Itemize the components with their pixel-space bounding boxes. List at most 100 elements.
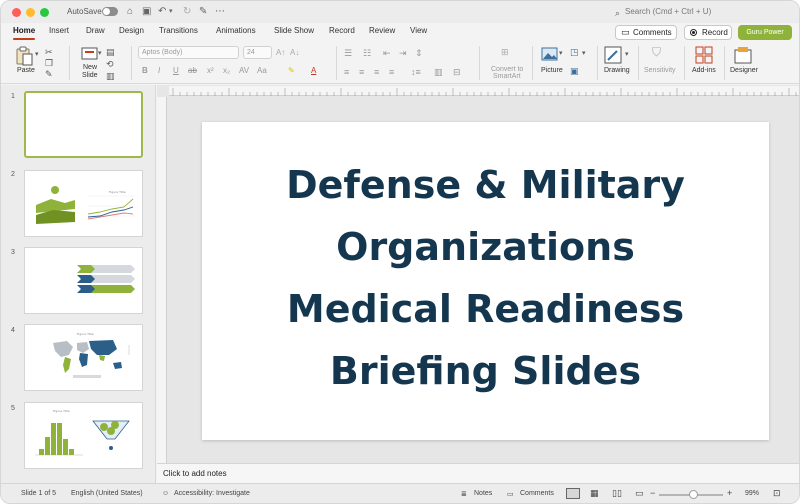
align-right-icon[interactable]: ≡ xyxy=(374,67,379,77)
guru-power-button[interactable]: Guru Power xyxy=(738,25,792,40)
thumbnail-number: 1 xyxy=(11,93,15,100)
zoom-out-button[interactable]: − xyxy=(650,488,655,498)
paste-label: Paste xyxy=(17,67,35,74)
designer-icon[interactable] xyxy=(734,46,752,64)
tab-draw[interactable]: Draw xyxy=(86,26,105,35)
superscript-icon[interactable]: x² xyxy=(207,66,214,75)
horizontal-ruler[interactable] xyxy=(169,86,799,96)
align-center-icon[interactable]: ≡ xyxy=(359,67,364,77)
zoom-in-button[interactable]: + xyxy=(727,488,732,498)
line-spacing-icon[interactable]: ↕≡ xyxy=(411,67,421,77)
accessibility-status[interactable]: Accessibility: Investigate xyxy=(174,490,250,497)
subscript-icon[interactable]: x₂ xyxy=(223,66,230,75)
font-size-select[interactable]: 24 xyxy=(243,46,272,59)
slide-canvas[interactable]: Defense & Military Organizations Medical… xyxy=(202,122,769,440)
font-color-icon[interactable]: A xyxy=(311,66,316,75)
highlight-icon[interactable]: ✎ xyxy=(288,66,295,75)
numbering-icon[interactable]: ☷ xyxy=(363,48,371,58)
format-painter-icon[interactable]: ✎ xyxy=(45,69,53,79)
shrink-font-icon[interactable]: A↓ xyxy=(290,48,299,58)
comments-button[interactable]: ▭ Comments xyxy=(615,25,677,40)
zoom-slider-handle[interactable] xyxy=(689,490,698,499)
record-button[interactable]: Record xyxy=(684,25,732,40)
tab-review[interactable]: Review xyxy=(369,26,395,35)
maximize-window-button[interactable] xyxy=(40,8,49,17)
drawing-dropdown-icon[interactable]: ▾ xyxy=(625,50,629,60)
autosave-label: AutoSave xyxy=(67,7,102,16)
slide-thumbnail-2[interactable]: Figure Title xyxy=(24,170,143,237)
copy-icon[interactable]: ❐ xyxy=(45,58,53,68)
tab-view[interactable]: View xyxy=(410,26,427,35)
slide-title[interactable]: Defense & Military Organizations Medical… xyxy=(202,154,769,402)
reading-view-button[interactable]: ▯▯ xyxy=(612,488,622,499)
cut-icon[interactable]: ✂ xyxy=(45,47,53,57)
paste-dropdown-icon[interactable]: ▾ xyxy=(35,50,39,60)
tab-design[interactable]: Design xyxy=(119,26,144,35)
save-icon[interactable]: ▣ xyxy=(142,5,151,19)
slideshow-button[interactable]: ▭ xyxy=(635,488,644,499)
character-spacing-icon[interactable]: AV xyxy=(239,66,249,75)
slide-thumbnail-3[interactable] xyxy=(24,247,143,314)
columns-icon[interactable]: ▥ xyxy=(434,67,443,77)
tab-insert[interactable]: Insert xyxy=(49,26,69,35)
increase-indent-icon[interactable]: ⇥ xyxy=(399,48,407,58)
redo-icon[interactable]: ↻ xyxy=(183,5,191,19)
layout-icon[interactable]: ▤ xyxy=(106,47,115,57)
format-painter-icon[interactable]: ✎ xyxy=(199,5,207,19)
font-name-select[interactable]: Aptos (Body) xyxy=(138,46,239,59)
add-ins-icon[interactable] xyxy=(695,46,713,64)
drawing-icon[interactable] xyxy=(604,46,622,64)
tab-slide-show[interactable]: Slide Show xyxy=(274,26,314,35)
justify-icon[interactable]: ≡ xyxy=(389,67,394,77)
change-case-icon[interactable]: Aa xyxy=(257,66,267,75)
align-text-icon[interactable]: ⊟ xyxy=(453,67,461,77)
vertical-ruler[interactable] xyxy=(157,97,167,463)
tab-animations[interactable]: Animations xyxy=(216,26,256,35)
zoom-level[interactable]: 99% xyxy=(745,490,759,497)
picture-icon[interactable] xyxy=(541,47,559,61)
comments-toggle[interactable]: Comments xyxy=(520,490,554,497)
reset-icon[interactable]: ⟲ xyxy=(106,59,114,69)
thumbnail-5-chart-title: Figure Title xyxy=(53,409,70,413)
section-icon[interactable]: ▥ xyxy=(106,71,115,81)
italic-icon[interactable]: I xyxy=(158,66,160,75)
text-box-icon[interactable]: ▣ xyxy=(570,66,579,76)
underline-icon[interactable]: U xyxy=(173,66,179,75)
normal-view-button[interactable] xyxy=(566,488,580,499)
decrease-indent-icon[interactable]: ⇤ xyxy=(383,48,391,58)
tab-home[interactable]: Home xyxy=(13,26,35,35)
bullets-icon[interactable]: ☰ xyxy=(344,48,352,58)
smartart-icon[interactable]: ⊞ xyxy=(501,47,509,57)
fit-to-window-icon[interactable]: ⊡ xyxy=(773,488,781,499)
tab-record[interactable]: Record xyxy=(329,26,355,35)
language-status[interactable]: English (United States) xyxy=(71,490,143,497)
home-icon[interactable]: ⌂ xyxy=(127,5,133,19)
autosave-toggle[interactable] xyxy=(102,7,118,16)
minimize-window-button[interactable] xyxy=(26,8,35,17)
undo-dropdown-icon[interactable]: ▾ xyxy=(169,5,173,19)
search-field[interactable]: Search (Cmd + Ctrl + U) xyxy=(625,7,711,16)
undo-icon[interactable]: ↶ xyxy=(158,5,166,19)
notes-field[interactable]: Click to add notes xyxy=(157,463,799,483)
slide-thumbnail-5[interactable]: Figure Title xyxy=(24,402,143,469)
slide-thumbnail-4[interactable]: Figure Title xyxy=(24,324,143,391)
paste-icon[interactable] xyxy=(15,46,33,66)
text-direction-icon[interactable]: ⇕ xyxy=(415,48,423,58)
search-icon[interactable]: ⌕ xyxy=(615,6,620,20)
sensitivity-icon[interactable]: ⛉ xyxy=(652,46,661,58)
shapes-icon[interactable]: ◳ xyxy=(570,47,579,57)
strikethrough-icon[interactable]: ab xyxy=(188,66,197,75)
shapes-dropdown-icon[interactable]: ▾ xyxy=(582,49,586,59)
new-slide-dropdown-icon[interactable]: ▾ xyxy=(98,49,102,59)
notes-toggle[interactable]: Notes xyxy=(474,490,492,497)
align-left-icon[interactable]: ≡ xyxy=(344,67,349,77)
new-slide-icon[interactable] xyxy=(81,46,99,62)
more-icon[interactable]: ⋯ xyxy=(215,5,225,19)
tab-transitions[interactable]: Transitions xyxy=(159,26,198,35)
close-window-button[interactable] xyxy=(12,8,21,17)
slide-thumbnail-1[interactable] xyxy=(24,91,143,158)
grow-font-icon[interactable]: A↑ xyxy=(276,48,285,58)
bold-icon[interactable]: B xyxy=(142,66,148,75)
slide-sorter-button[interactable]: ▦ xyxy=(590,488,599,499)
picture-dropdown-icon[interactable]: ▾ xyxy=(559,49,563,59)
